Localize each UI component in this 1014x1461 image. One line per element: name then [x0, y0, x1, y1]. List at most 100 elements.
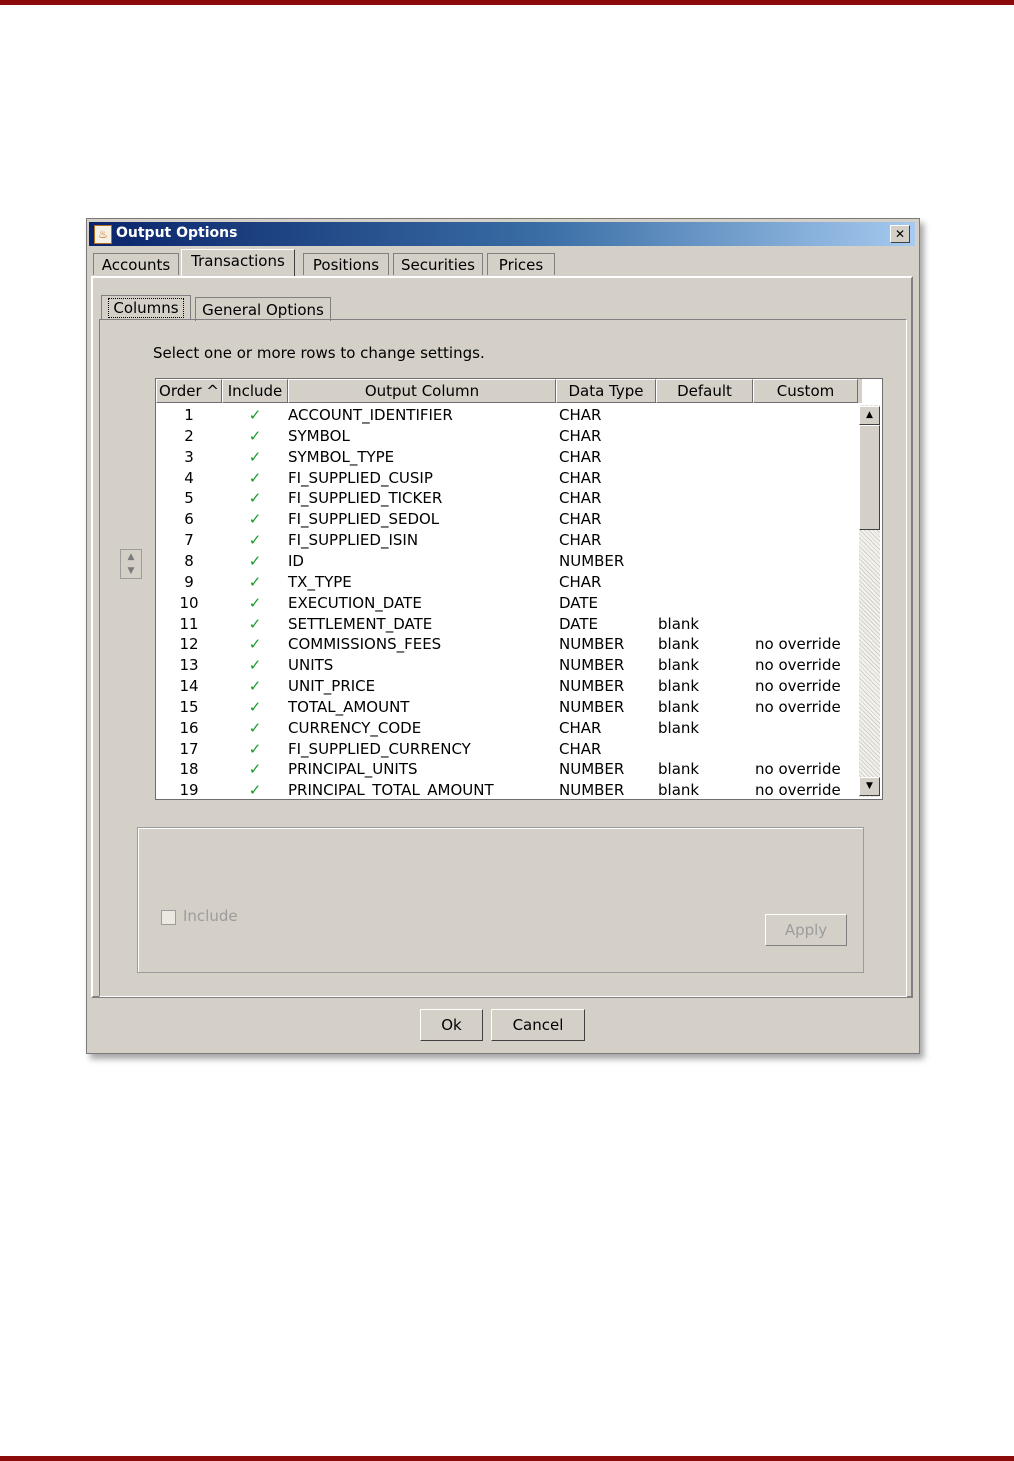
table-row[interactable]: 10 ✓ EXECUTION_DATE DATE	[156, 593, 858, 614]
subtab-columns[interactable]: Columns	[101, 295, 191, 319]
cell-default: blank	[658, 718, 700, 737]
table-row[interactable]: 14 ✓ UNIT_PRICE NUMBER blank no override	[156, 676, 858, 697]
cell-data-type: NUMBER	[559, 656, 625, 675]
table-row[interactable]: 18 ✓ PRINCIPAL_UNITS NUMBER blank no override	[156, 759, 858, 780]
cell-data-type: CHAR	[559, 510, 602, 529]
close-button[interactable]: ✕	[890, 225, 910, 243]
header-custom[interactable]: Custom	[753, 379, 858, 403]
cell-output-column: FI_SUPPLIED_SEDOL	[288, 510, 440, 529]
cell-order: 17	[179, 739, 199, 758]
tab-accounts[interactable]: Accounts	[93, 253, 179, 275]
cell-order: 15	[179, 697, 199, 716]
table-row[interactable]: 1 ✓ ACCOUNT_IDENTIFIER CHAR	[156, 405, 858, 426]
check-icon: ✓	[248, 614, 262, 633]
include-checkbox[interactable]	[161, 910, 176, 925]
cell-output-column: UNITS	[288, 656, 334, 675]
cell-order: 4	[184, 468, 194, 487]
table-row[interactable]: 11 ✓ SETTLEMENT_DATE DATE blank	[156, 614, 858, 635]
table-row[interactable]: 12 ✓ COMMISSIONS_FEES NUMBER blank no overrid…	[156, 634, 858, 655]
tab-securities[interactable]: Securities	[393, 253, 483, 275]
cell-output-column: TX_TYPE	[288, 572, 352, 591]
page-top-rule	[0, 0, 1014, 5]
cell-data-type: CHAR	[559, 468, 602, 487]
cell-data-type: DATE	[559, 593, 599, 612]
subtab-general-options[interactable]: General Options	[195, 297, 331, 321]
scroll-up-icon[interactable]: ▲	[859, 406, 880, 425]
move-up-icon[interactable]: ▲	[121, 550, 141, 564]
table-row[interactable]: 16 ✓ CURRENCY_CODE CHAR blank	[156, 718, 858, 739]
cell-custom: no override	[755, 781, 841, 797]
header-include[interactable]: Include	[222, 379, 288, 403]
cell-default: blank	[658, 656, 700, 675]
header-output-column[interactable]: Output Column	[288, 379, 556, 403]
cancel-button[interactable]: Cancel	[491, 1009, 585, 1041]
cell-data-type: CHAR	[559, 447, 602, 466]
cell-order: 14	[179, 677, 199, 696]
cell-order: 1	[184, 406, 194, 424]
check-icon: ✓	[248, 677, 262, 696]
cell-custom: no override	[755, 697, 841, 716]
table-row[interactable]: 6 ✓ FI_SUPPLIED_SEDOL CHAR	[156, 509, 858, 530]
tab-positions[interactable]: Positions	[303, 253, 389, 275]
table-row[interactable]: 3 ✓ SYMBOL_TYPE CHAR	[156, 447, 858, 468]
apply-button[interactable]: Apply	[765, 914, 847, 946]
check-icon: ✓	[248, 531, 262, 550]
check-icon: ✓	[248, 489, 262, 508]
header-default[interactable]: Default	[656, 379, 753, 403]
ok-button[interactable]: Ok	[420, 1009, 483, 1041]
table-row[interactable]: 13 ✓ UNITS NUMBER blank no override	[156, 655, 858, 676]
java-cup-icon: ♨	[94, 225, 112, 244]
table-row[interactable]: 7 ✓ FI_SUPPLIED_ISIN CHAR	[156, 530, 858, 551]
page-bottom-rule	[0, 1456, 1014, 1461]
cell-output-column: FI_SUPPLIED_CUSIP	[288, 468, 433, 487]
cell-order: 11	[179, 614, 199, 633]
table-row[interactable]: 17 ✓ FI_SUPPLIED_CURRENCY CHAR	[156, 739, 858, 760]
cell-data-type: CHAR	[559, 718, 602, 737]
move-down-icon[interactable]: ▼	[121, 564, 141, 578]
table-row[interactable]: 5 ✓ FI_SUPPLIED_TICKER CHAR	[156, 488, 858, 509]
cell-data-type: NUMBER	[559, 677, 625, 696]
scroll-thumb[interactable]	[859, 425, 880, 530]
cell-output-column: SYMBOL_TYPE	[288, 447, 395, 466]
tab-prices[interactable]: Prices	[487, 253, 555, 275]
check-icon: ✓	[248, 635, 262, 654]
cell-output-column: FI_SUPPLIED_CURRENCY	[288, 739, 471, 758]
table-row[interactable]: 19 ✓ PRINCIPAL_TOTAL_AMOUNT NUMBER blank no o…	[156, 780, 858, 797]
cell-output-column: FI_SUPPLIED_TICKER	[288, 489, 443, 508]
table-header: Order ^ Include Output Column Data Type …	[156, 379, 862, 403]
cell-default: blank	[658, 614, 700, 633]
subtab-columns-label: Columns	[108, 298, 184, 318]
cell-order: 6	[184, 510, 194, 529]
cell-order: 12	[179, 635, 199, 654]
cell-default: blank	[658, 760, 700, 779]
cell-data-type: DATE	[559, 614, 599, 633]
cell-order: 16	[179, 718, 199, 737]
scroll-down-icon[interactable]: ▼	[859, 777, 880, 796]
cell-default: blank	[658, 677, 700, 696]
table-row[interactable]: 9 ✓ TX_TYPE CHAR	[156, 572, 858, 593]
cell-default: blank	[658, 781, 700, 797]
table-row[interactable]: 8 ✓ ID NUMBER	[156, 551, 858, 572]
cell-output-column: ACCOUNT_IDENTIFIER	[288, 406, 453, 424]
check-icon: ✓	[248, 468, 262, 487]
cell-output-column: PRINCIPAL_UNITS	[288, 760, 418, 779]
tab-transactions[interactable]: Transactions	[181, 249, 295, 277]
cell-output-column: SYMBOL	[288, 426, 350, 445]
cell-custom: no override	[755, 677, 841, 696]
cell-data-type: NUMBER	[559, 635, 625, 654]
cell-order: 2	[184, 426, 194, 445]
header-order[interactable]: Order ^	[156, 379, 222, 403]
table-row[interactable]: 4 ✓ FI_SUPPLIED_CUSIP CHAR	[156, 468, 858, 489]
cell-data-type: CHAR	[559, 406, 602, 424]
check-icon: ✓	[248, 510, 262, 529]
table-row[interactable]: 15 ✓ TOTAL_AMOUNT NUMBER blank no override	[156, 697, 858, 718]
header-data-type[interactable]: Data Type	[556, 379, 656, 403]
check-icon: ✓	[248, 426, 262, 445]
cell-output-column: ID	[288, 551, 304, 570]
table-row[interactable]: 2 ✓ SYMBOL CHAR	[156, 426, 858, 447]
cell-output-column: PRINCIPAL_TOTAL_AMOUNT	[288, 781, 494, 797]
vertical-scrollbar[interactable]: ▲ ▼	[859, 405, 880, 797]
check-icon: ✓	[248, 551, 262, 570]
cell-order: 10	[179, 593, 199, 612]
cell-order: 7	[184, 531, 194, 550]
